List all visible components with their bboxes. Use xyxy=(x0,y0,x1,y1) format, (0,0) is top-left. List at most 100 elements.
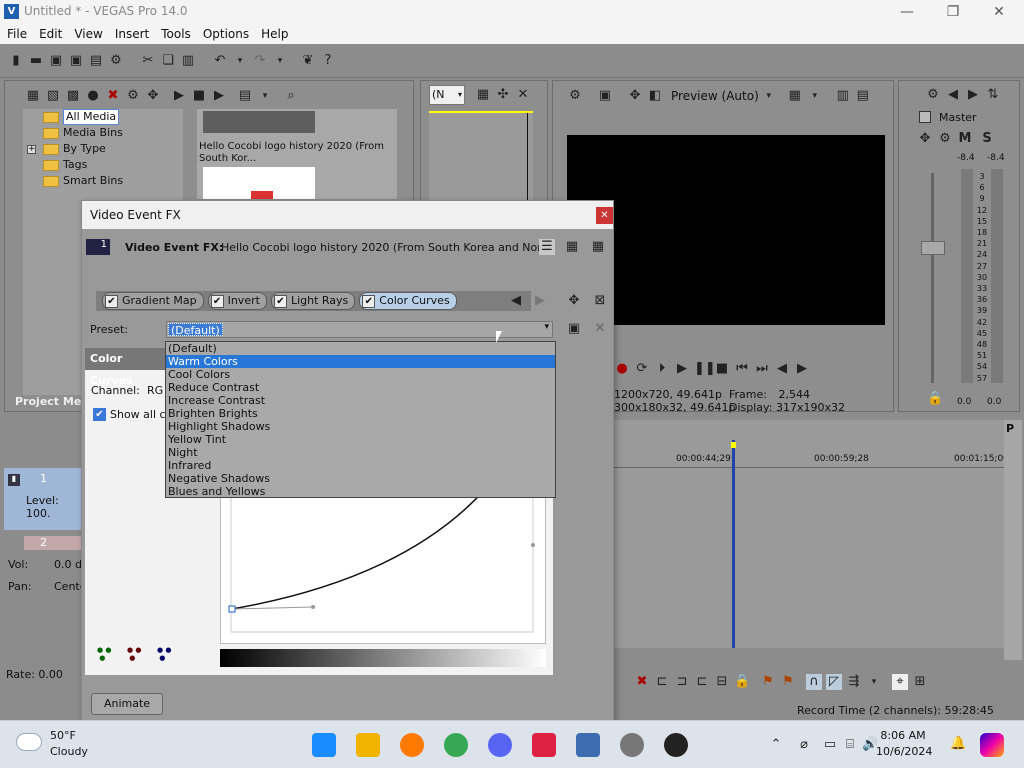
mute-button[interactable]: M xyxy=(957,131,973,147)
tree-item-by-type[interactable]: + By Type xyxy=(23,141,183,157)
animate-button[interactable]: Animate xyxy=(91,693,163,715)
pause-icon[interactable]: ❚❚ xyxy=(694,361,716,377)
chrome-icon[interactable] xyxy=(444,733,468,757)
play-icon[interactable]: ▶ xyxy=(171,88,187,104)
time-ruler[interactable] xyxy=(614,448,1004,468)
start-icon[interactable] xyxy=(312,733,336,757)
capture-icon[interactable]: ▧ xyxy=(45,88,61,104)
go-start-icon[interactable]: ⏮ xyxy=(734,361,750,377)
menu-view[interactable]: View xyxy=(74,25,102,43)
tree-item-tags[interactable]: Tags xyxy=(23,157,183,173)
mixer-settings-icon[interactable]: ⚙ xyxy=(925,87,941,103)
trimmer-close-icon[interactable]: ✕ xyxy=(515,87,531,103)
fx-remove-icon[interactable]: ⊠ xyxy=(592,293,608,309)
media-fx-icon[interactable]: ⚙ xyxy=(125,88,141,104)
tray-overflow-icon[interactable]: ⌃ xyxy=(768,737,784,753)
master-fx-chain-icon[interactable]: ⚙ xyxy=(937,131,953,147)
menu-options[interactable]: Options xyxy=(203,25,249,43)
import-media-icon[interactable]: ▦ xyxy=(25,88,41,104)
network-off-icon[interactable]: ⌀ xyxy=(796,737,812,753)
split-icon[interactable]: ⊟ xyxy=(714,674,730,690)
rgb-green-icon[interactable]: ● ● ● xyxy=(127,646,151,666)
tree-item-media-bins[interactable]: Media Bins xyxy=(23,125,183,141)
app-icon[interactable] xyxy=(532,733,556,757)
preset-option[interactable]: Increase Contrast xyxy=(166,394,555,407)
media-thumbnail[interactable] xyxy=(203,111,315,133)
menu-file[interactable]: File xyxy=(7,25,27,43)
master-fx-icon[interactable]: ✥ xyxy=(917,131,933,147)
search-icon[interactable]: ⌕ xyxy=(283,88,299,104)
preset-option[interactable]: Yellow Tint xyxy=(166,433,555,446)
copy-icon[interactable]: ❏ xyxy=(160,53,176,69)
audio-track-header[interactable]: 2 xyxy=(24,536,82,550)
large-view-icon[interactable]: ▦ xyxy=(590,239,606,255)
save-as-icon[interactable]: ▣ xyxy=(68,53,84,69)
menu-help[interactable]: Help xyxy=(261,25,288,43)
prev-frame-icon[interactable]: ◀ xyxy=(774,361,790,377)
views-dropdown-icon[interactable]: ▾ xyxy=(257,88,273,104)
preset-option[interactable]: Highlight Shadows xyxy=(166,420,555,433)
split-icon[interactable]: ✥ xyxy=(145,88,161,104)
loop-icon[interactable]: ⟳ xyxy=(634,361,650,377)
whats-this-icon[interactable]: ? xyxy=(320,53,336,69)
next-frame-icon[interactable]: ▶ xyxy=(794,361,810,377)
preview-fx-icon[interactable]: ◧ xyxy=(647,88,663,104)
trim-icon[interactable]: ⊏ xyxy=(654,674,670,690)
menu-tools[interactable]: Tools xyxy=(161,25,191,43)
envelope-icon[interactable]: ⊞ xyxy=(912,674,928,690)
maximize-icon[interactable]: ❐ xyxy=(930,2,976,22)
quality-dropdown-icon[interactable]: ▾ xyxy=(761,88,777,104)
save-preset-icon[interactable]: ▣ xyxy=(566,321,582,337)
dialog-close-icon[interactable]: ✕ xyxy=(596,207,613,224)
trim-start-icon[interactable]: ⊐ xyxy=(674,674,690,690)
clock-time[interactable]: 8:06 AM xyxy=(880,729,926,742)
media-player-icon[interactable] xyxy=(664,733,688,757)
downmix-icon[interactable]: ◀ xyxy=(945,87,961,103)
save-icon[interactable]: ▣ xyxy=(48,53,64,69)
preset-option[interactable]: (Default) xyxy=(166,342,555,355)
auto-preview-icon[interactable]: ▶ xyxy=(211,88,227,104)
paste-icon[interactable]: ▥ xyxy=(180,53,196,69)
trimmer-tool-icon[interactable]: ▦ xyxy=(475,87,491,103)
snap-icon[interactable]: ∩ xyxy=(806,674,822,690)
minimize-icon[interactable]: — xyxy=(884,2,930,22)
timeline-vscroll[interactable]: P xyxy=(1004,420,1022,660)
vegas-taskbar-icon[interactable] xyxy=(576,733,600,757)
fx-color-curves[interactable]: ✔ Color Curves xyxy=(359,292,457,310)
lock-icon[interactable]: 🔒 xyxy=(734,674,750,690)
network-icon[interactable]: ⌸ xyxy=(842,737,858,753)
preset-option[interactable]: Negative Shadows xyxy=(166,472,555,485)
chain-prev-icon[interactable]: ◀ xyxy=(508,293,524,309)
preset-combo[interactable]: (Default) ▾ xyxy=(166,321,553,338)
solo-button[interactable]: S xyxy=(979,131,995,147)
clock-date[interactable]: 10/6/2024 xyxy=(876,745,932,758)
ripple-dropdown-icon[interactable]: ▾ xyxy=(866,674,882,690)
dim-icon[interactable]: ▶ xyxy=(965,87,981,103)
views-icon[interactable]: ▤ xyxy=(237,88,253,104)
weather-cloud-icon[interactable] xyxy=(16,733,42,751)
master-fader-handle[interactable] xyxy=(921,241,945,255)
project-media-tab[interactable]: Project Me xyxy=(15,395,81,408)
rgb-red-icon[interactable]: ● ● ● xyxy=(97,646,121,666)
discord-icon[interactable] xyxy=(488,733,512,757)
go-end-icon[interactable]: ⏭ xyxy=(754,361,770,377)
plugin-icon[interactable]: ❦ xyxy=(300,53,316,69)
chain-next-icon[interactable]: ▶ xyxy=(532,293,548,309)
display-icon[interactable]: ▭ xyxy=(822,737,838,753)
menu-insert[interactable]: Insert xyxy=(115,25,149,43)
expand-icon[interactable]: + xyxy=(27,145,36,154)
tree-item-all-media[interactable]: All Media xyxy=(23,109,183,125)
preset-option[interactable]: Warm Colors xyxy=(166,355,555,368)
preset-option[interactable]: Infrared xyxy=(166,459,555,472)
record-icon[interactable]: ● xyxy=(614,361,630,377)
region-icon[interactable]: ⚑ xyxy=(780,674,796,690)
stop-icon[interactable]: ■ xyxy=(714,361,730,377)
preset-option[interactable]: Cool Colors xyxy=(166,368,555,381)
preset-option[interactable]: Brighten Brights xyxy=(166,407,555,420)
web-icon[interactable]: ● xyxy=(85,88,101,104)
redo-dropdown-icon[interactable]: ▾ xyxy=(272,53,288,69)
fx-gradient-map[interactable]: ✔ Gradient Map xyxy=(102,292,204,310)
fx-light-rays[interactable]: ✔ Light Rays xyxy=(270,292,356,310)
playhead[interactable] xyxy=(732,440,735,648)
tree-item-smart-bins[interactable]: Smart Bins xyxy=(23,173,183,189)
